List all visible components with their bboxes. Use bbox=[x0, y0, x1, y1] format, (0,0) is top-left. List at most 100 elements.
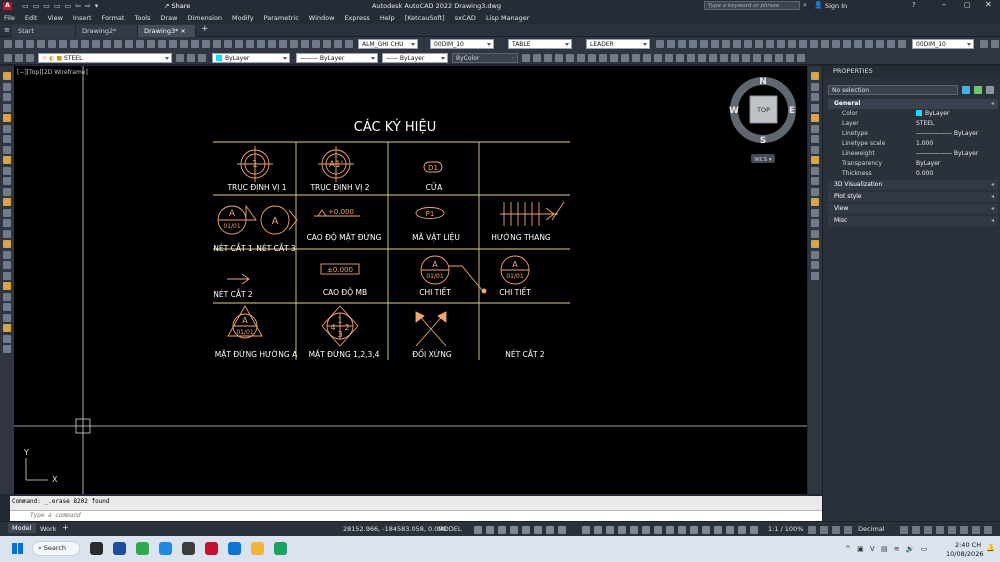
toolbar-tool-icon[interactable] bbox=[775, 54, 783, 62]
clock-date[interactable]: 10/08/2026 bbox=[946, 550, 983, 558]
draw-tool-icon[interactable] bbox=[3, 187, 11, 196]
toolbar-tool-icon[interactable] bbox=[786, 54, 794, 62]
add-layout-icon[interactable]: + bbox=[62, 523, 69, 532]
search-icon[interactable]: ⌕ bbox=[803, 1, 807, 10]
status-toggle-icon[interactable] bbox=[912, 526, 920, 534]
status-toggle-icon[interactable] bbox=[510, 526, 518, 534]
toolbar-tool-icon[interactable] bbox=[279, 40, 287, 48]
section-plot-style[interactable]: Plot style bbox=[828, 192, 998, 202]
drawing-canvas[interactable]: [−][Top][2D Wireframe] Y X TOP N S E W W… bbox=[14, 66, 807, 494]
status-toggle-icon[interactable] bbox=[594, 526, 602, 534]
toolbar-tool-icon[interactable] bbox=[709, 54, 717, 62]
section-3d-visualization[interactable]: 3D Visualization bbox=[828, 180, 998, 190]
toolbar-tool-icon[interactable] bbox=[246, 40, 254, 48]
draw-tool-icon[interactable] bbox=[3, 324, 11, 332]
modify-tool-icon[interactable] bbox=[811, 250, 819, 259]
tab-menu-icon[interactable]: ≡ bbox=[4, 26, 10, 34]
toolbar-tool-icon[interactable] bbox=[797, 54, 805, 62]
draw-tool-icon[interactable] bbox=[3, 261, 11, 269]
modify-tool-icon[interactable] bbox=[811, 208, 819, 217]
user-icon[interactable]: 👤 bbox=[814, 1, 823, 9]
toolbar-tool-icon[interactable] bbox=[588, 54, 596, 62]
toolbar-tool-icon[interactable] bbox=[176, 54, 184, 62]
table-style-select[interactable]: TABLE bbox=[508, 39, 572, 49]
toolbar-tool-icon[interactable] bbox=[257, 40, 265, 48]
close-tab-icon[interactable]: ✕ bbox=[181, 28, 186, 35]
menu-draw[interactable]: Draw bbox=[156, 12, 183, 24]
property-row[interactable]: Layer STEEL bbox=[836, 119, 998, 129]
status-toggle-icon[interactable] bbox=[726, 526, 734, 534]
toolbar-tool-icon[interactable] bbox=[198, 54, 206, 62]
draw-tool-icon[interactable] bbox=[3, 82, 11, 91]
selection-select[interactable]: No selection bbox=[828, 85, 958, 95]
toolbar-tool-icon[interactable] bbox=[654, 54, 662, 62]
close-button[interactable]: ✕ bbox=[985, 0, 992, 9]
taskbar-app-icon[interactable] bbox=[274, 542, 287, 555]
section-misc[interactable]: Misc bbox=[828, 216, 998, 226]
toolbar-tool-icon[interactable] bbox=[158, 40, 166, 48]
modify-tool-icon[interactable] bbox=[811, 145, 819, 154]
toolbar-tool-icon[interactable] bbox=[26, 40, 34, 48]
draw-tool-icon[interactable] bbox=[3, 124, 11, 133]
taskbar-app-icon[interactable] bbox=[205, 542, 218, 555]
modify-tool-icon[interactable] bbox=[811, 219, 819, 227]
status-toggle-icon[interactable] bbox=[486, 526, 494, 534]
toolbar-tool-icon[interactable] bbox=[733, 40, 741, 48]
command-input[interactable]: Type a command bbox=[10, 510, 822, 521]
modify-tool-icon[interactable] bbox=[811, 187, 819, 196]
taskbar-app-icon[interactable] bbox=[90, 542, 103, 555]
menu-view[interactable]: View bbox=[42, 12, 67, 24]
toolbar-tool-icon[interactable] bbox=[147, 40, 155, 48]
toolbar-tool-icon[interactable] bbox=[665, 54, 673, 62]
property-row[interactable]: Linetype scale 1.000 bbox=[836, 139, 998, 149]
status-toggle-icon[interactable] bbox=[618, 526, 626, 534]
taskbar-search[interactable]: ⌕ Search bbox=[32, 541, 80, 556]
toolbar-tool-icon[interactable] bbox=[676, 54, 684, 62]
toolbar-tool-icon[interactable] bbox=[114, 40, 122, 48]
toolbar-tool-icon[interactable] bbox=[810, 40, 818, 48]
quick-access-toolbar[interactable]: ▭▭▭▭▭⇦⇨▾ bbox=[22, 2, 152, 10]
status-toggle-icon[interactable] bbox=[808, 526, 816, 534]
minimize-button[interactable]: – bbox=[942, 0, 946, 9]
status-toggle-icon[interactable] bbox=[820, 526, 828, 534]
toolbar-tool-icon[interactable] bbox=[301, 40, 309, 48]
toolbar-tool-icon[interactable] bbox=[4, 54, 12, 62]
toolbar-tool-icon[interactable] bbox=[125, 40, 133, 48]
model-tab[interactable]: Model bbox=[8, 523, 36, 533]
toolbar-tool-icon[interactable] bbox=[136, 40, 144, 48]
toolbar-tool-icon[interactable] bbox=[687, 54, 695, 62]
toolbar-tool-icon[interactable] bbox=[187, 54, 195, 62]
status-toggle-icon[interactable] bbox=[750, 526, 758, 534]
property-row[interactable]: Transparency ByLayer bbox=[836, 159, 998, 169]
status-toggle-icon[interactable] bbox=[832, 526, 840, 534]
text-style-select[interactable]: ALM_GHI CHU bbox=[358, 39, 418, 49]
toolbar-tool-icon[interactable] bbox=[755, 40, 763, 48]
taskbar-app-icon[interactable] bbox=[136, 542, 149, 555]
modify-tool-icon[interactable] bbox=[811, 261, 819, 269]
menu-format[interactable]: Format bbox=[97, 12, 130, 24]
toolbar-tool-icon[interactable] bbox=[722, 40, 730, 48]
toolbar-tool-icon[interactable] bbox=[92, 40, 100, 48]
menu-parametric[interactable]: Parametric bbox=[259, 12, 304, 24]
draw-tool-icon[interactable] bbox=[3, 313, 11, 322]
status-toggle-icon[interactable] bbox=[582, 526, 590, 534]
taskbar-app-icon[interactable] bbox=[251, 542, 264, 555]
toolbar-tool-icon[interactable] bbox=[854, 40, 862, 48]
toolbar-tool-icon[interactable] bbox=[15, 40, 23, 48]
toolbar-tool-icon[interactable] bbox=[180, 40, 188, 48]
clock-time[interactable]: 2:40 CH bbox=[955, 541, 981, 549]
menu-insert[interactable]: Insert bbox=[68, 12, 97, 24]
status-toggle-icon[interactable] bbox=[900, 526, 908, 534]
plot-style-select[interactable]: ByColor bbox=[452, 53, 518, 63]
draw-tool-icon[interactable] bbox=[3, 250, 11, 259]
status-toggle-icon[interactable] bbox=[924, 526, 932, 534]
modify-tool-icon[interactable] bbox=[811, 177, 819, 185]
menu-window[interactable]: Window bbox=[304, 12, 340, 24]
notification-icon[interactable]: 🔔 bbox=[986, 544, 995, 552]
status-toggle-icon[interactable] bbox=[984, 526, 992, 534]
start-icon[interactable] bbox=[12, 543, 23, 554]
menu-lisp-manager[interactable]: Lisp Manager bbox=[481, 12, 535, 24]
draw-tool-icon[interactable] bbox=[3, 334, 11, 343]
toolbar-tool-icon[interactable] bbox=[169, 40, 177, 48]
toolbar-tool-icon[interactable] bbox=[887, 40, 895, 48]
